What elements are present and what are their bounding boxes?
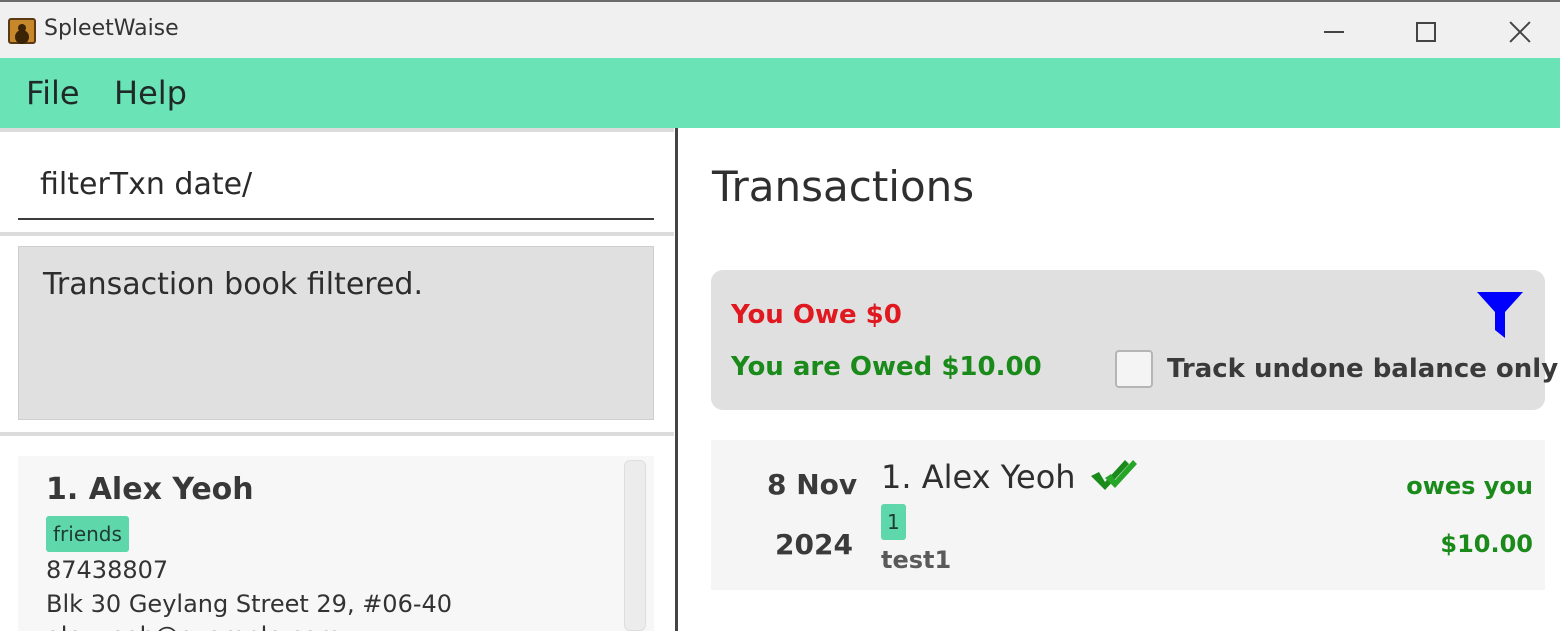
close-icon	[1509, 21, 1531, 43]
funnel-icon[interactable]	[1475, 290, 1525, 340]
command-input[interactable]	[40, 162, 640, 206]
menu-bar: File Help	[0, 58, 1560, 128]
person-email: alexyeoh@example.com	[46, 622, 341, 631]
divider	[0, 128, 674, 132]
result-message: Transaction book filtered.	[43, 267, 423, 302]
menu-help[interactable]: Help	[114, 74, 187, 112]
person-address: Blk 30 Geylang Street 29, #06-40	[46, 590, 453, 618]
maximize-icon	[1416, 22, 1436, 42]
left-pane: Transaction book filtered. 1. Alex Yeoh …	[0, 128, 676, 631]
person-list[interactable]: 1. Alex Yeoh friends 87438807 Blk 30 Gey…	[18, 456, 654, 631]
maximize-button[interactable]	[1396, 10, 1456, 54]
track-undone-checkbox[interactable]	[1115, 350, 1153, 388]
track-undone-label[interactable]: Track undone balance only	[1167, 354, 1558, 384]
transaction-day: 8 Nov	[767, 468, 858, 501]
minimize-button[interactable]	[1304, 10, 1364, 54]
command-box[interactable]	[18, 154, 654, 220]
transaction-year: 2024	[775, 528, 853, 561]
double-check-icon	[1091, 460, 1137, 490]
transaction-status: owes you	[1406, 472, 1533, 500]
person-tag: friends	[46, 516, 129, 552]
transaction-description: test1	[881, 546, 952, 574]
you-owe-text: You Owe $0	[731, 300, 902, 330]
transaction-amount: $10.00	[1440, 530, 1533, 558]
minimize-icon	[1324, 31, 1344, 33]
window-title: SpleetWaise	[44, 16, 179, 41]
right-pane: Transactions You Owe $0 You are Owed $10…	[678, 128, 1560, 631]
title-bar: SpleetWaise	[0, 0, 1560, 58]
divider	[0, 232, 674, 236]
transaction-card[interactable]: 8 Nov 2024 1. Alex Yeoh 1 test1 owes you…	[711, 440, 1545, 590]
menu-file[interactable]: File	[26, 74, 80, 112]
balance-summary: You Owe $0 You are Owed $10.00 Track und…	[711, 270, 1558, 410]
app-icon	[8, 18, 36, 44]
close-button[interactable]	[1490, 10, 1550, 54]
person-card[interactable]: 1. Alex Yeoh friends 87438807 Blk 30 Gey…	[18, 456, 618, 631]
person-list-scrollbar[interactable]	[624, 460, 646, 631]
person-phone: 87438807	[46, 556, 169, 584]
person-name: 1. Alex Yeoh	[46, 472, 254, 507]
divider	[0, 432, 674, 436]
transaction-person: 1. Alex Yeoh	[881, 458, 1076, 496]
result-display: Transaction book filtered.	[18, 246, 654, 420]
you-are-owed-text: You are Owed $10.00	[731, 352, 1042, 382]
transaction-tag: 1	[881, 504, 906, 540]
transactions-title: Transactions	[712, 162, 975, 211]
